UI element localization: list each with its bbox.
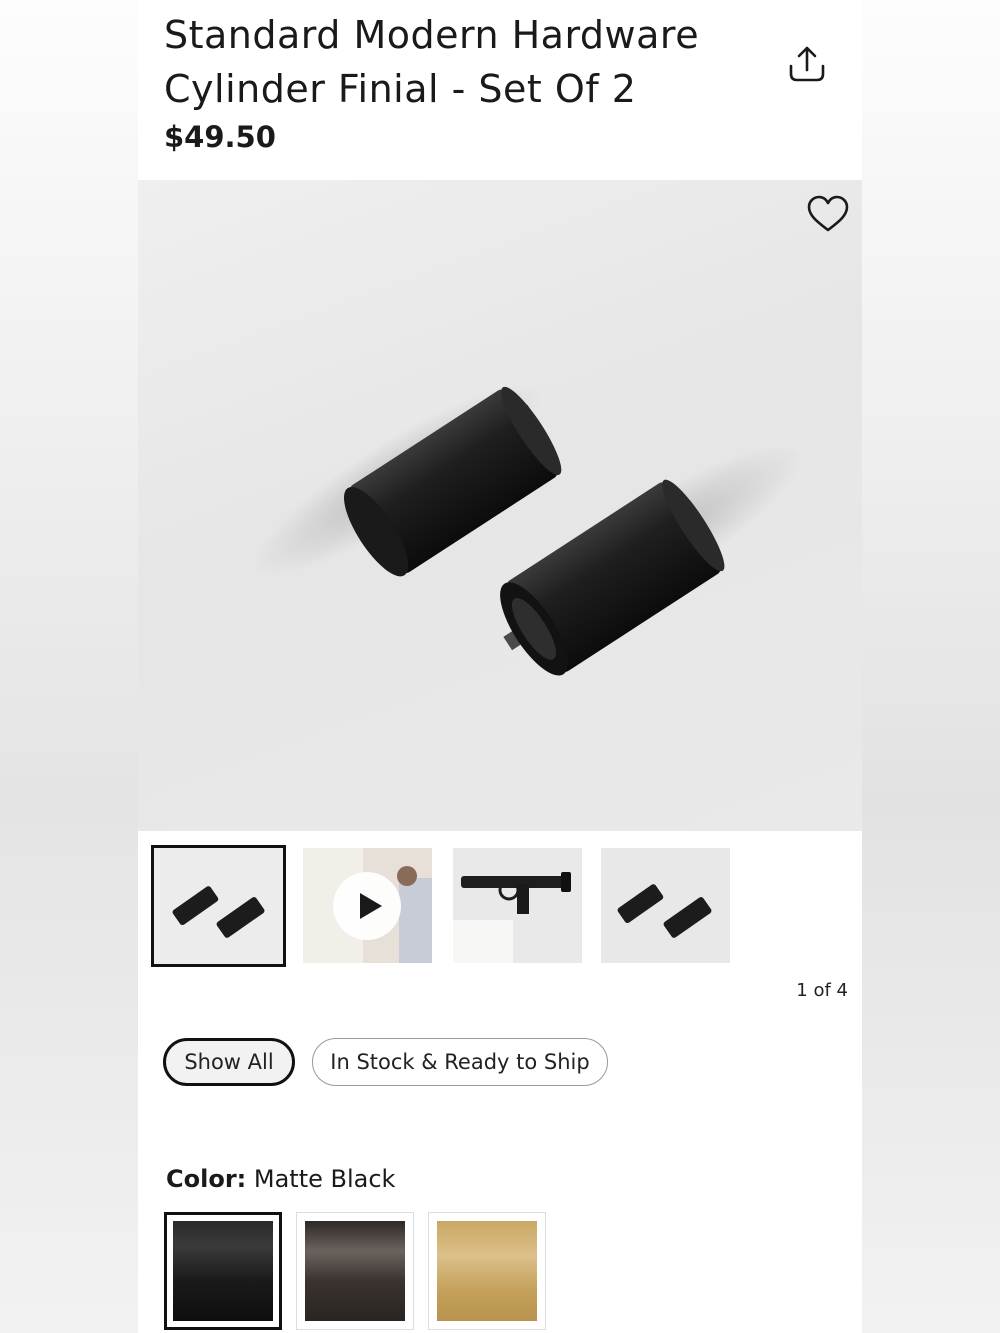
favorite-button[interactable] (806, 194, 850, 234)
thumbnail-finials-image (172, 886, 265, 938)
gallery-counter: 1 of 4 (796, 980, 848, 1001)
product-title: Standard Modern Hardware Cylinder Finial… (164, 13, 700, 111)
background-left (0, 0, 138, 1333)
product-price: $49.50 (164, 120, 276, 154)
heart-outline-icon (807, 195, 849, 232)
finials-photo (252, 383, 804, 676)
swatch-brass[interactable] (428, 1212, 546, 1330)
swatch-bronze[interactable] (296, 1212, 414, 1330)
background-right (862, 0, 1000, 1333)
swatch-matte-black-fill (173, 1221, 273, 1321)
filter-show-all-label: Show All (184, 1050, 274, 1074)
thumbnail-rod-image (453, 848, 582, 963)
thumbnail-3[interactable] (453, 848, 582, 963)
share-button[interactable] (786, 42, 828, 88)
thumbnail-video-image (303, 848, 432, 963)
color-label-value: Matte Black (253, 1165, 396, 1193)
thumbnail-2-video[interactable] (303, 848, 432, 963)
filter-in-stock-label: In Stock & Ready to Ship (330, 1050, 590, 1074)
filter-show-all[interactable]: Show All (163, 1038, 295, 1086)
swatch-bronze-fill (305, 1221, 405, 1321)
thumbnail-finials-image (617, 884, 712, 938)
color-selector-label: Color: Matte Black (166, 1165, 395, 1193)
thumbnail-4[interactable] (601, 848, 730, 963)
thumbnail-gallery (151, 845, 851, 967)
swatch-brass-fill (437, 1221, 537, 1321)
color-label-key: Color: (166, 1165, 247, 1193)
filter-in-stock[interactable]: In Stock & Ready to Ship (312, 1038, 608, 1086)
thumbnail-1[interactable] (151, 845, 286, 967)
product-page: Standard Modern Hardware Cylinder Finial… (138, 0, 862, 1333)
product-main-image[interactable] (138, 180, 862, 831)
share-upload-icon (789, 46, 825, 82)
swatch-matte-black[interactable] (164, 1212, 282, 1330)
